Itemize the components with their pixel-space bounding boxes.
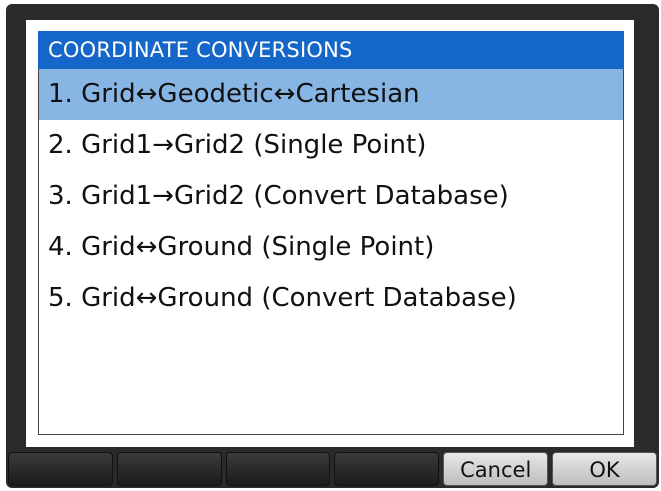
- softkey-3-empty[interactable]: [225, 452, 331, 486]
- softkey-bar: Cancel OK: [6, 452, 659, 488]
- softkey-4-empty[interactable]: [334, 452, 440, 486]
- options-list: 1. Grid↔Geodetic↔Cartesian 2. Grid1→Grid…: [38, 69, 624, 435]
- softkey-1-empty[interactable]: [8, 452, 113, 486]
- list-item-grid-geodetic-cartesian[interactable]: 1. Grid↔Geodetic↔Cartesian: [39, 69, 623, 120]
- cancel-button[interactable]: Cancel: [443, 452, 549, 486]
- list-item-grid-ground-single[interactable]: 4. Grid↔Ground (Single Point): [39, 222, 623, 273]
- ok-button[interactable]: OK: [552, 452, 657, 486]
- dialog-title: COORDINATE CONVERSIONS: [38, 31, 624, 69]
- list-item-grid-ground-database[interactable]: 5. Grid↔Ground (Convert Database): [39, 273, 623, 324]
- choose-dialog: COORDINATE CONVERSIONS 1. Grid↔Geodetic↔…: [23, 17, 637, 450]
- list-item-grid1-grid2-database[interactable]: 3. Grid1→Grid2 (Convert Database): [39, 171, 623, 222]
- calculator-screen: COORDINATE CONVERSIONS 1. Grid↔Geodetic↔…: [0, 0, 661, 491]
- list-item-grid1-grid2-single[interactable]: 2. Grid1→Grid2 (Single Point): [39, 120, 623, 171]
- softkey-2-empty[interactable]: [116, 452, 222, 486]
